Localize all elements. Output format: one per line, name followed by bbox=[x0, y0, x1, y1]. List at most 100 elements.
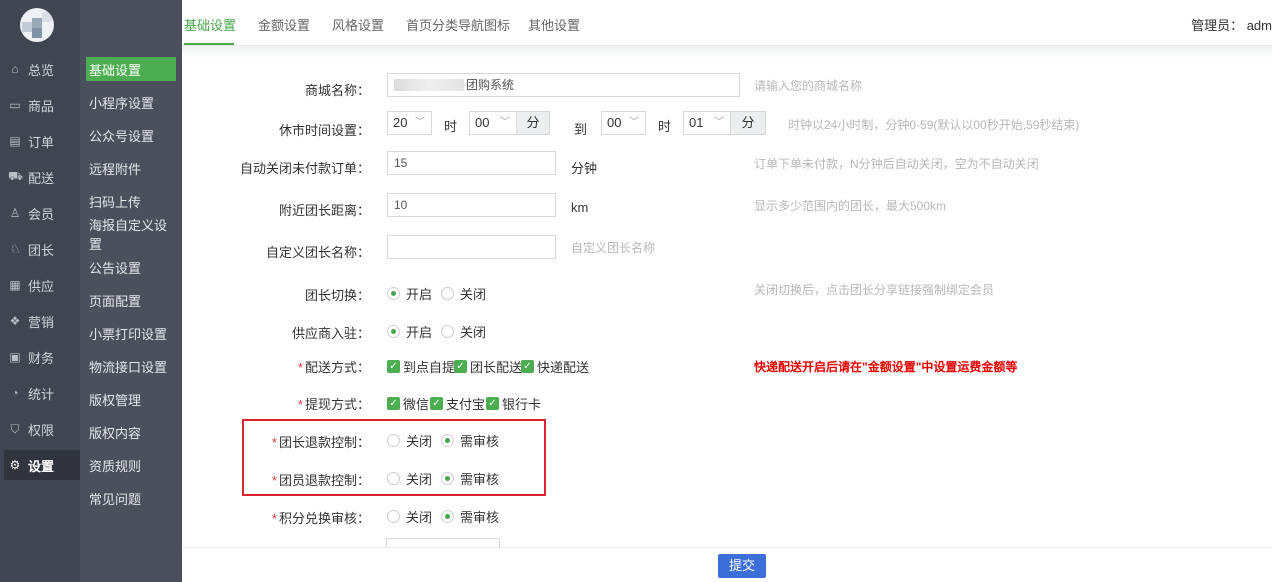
radio-label: 关闭 bbox=[460, 325, 487, 340]
delivery-leader-checkbox[interactable]: ✓ 团长配送 bbox=[454, 357, 522, 376]
secondary-nav-item[interactable]: 远程附件 bbox=[86, 156, 176, 180]
withdraw-alipay-checkbox[interactable]: ✓ 支付宝 bbox=[430, 394, 485, 413]
secondary-nav-item[interactable]: 物流接口设置 bbox=[86, 354, 176, 378]
radio-checked-icon bbox=[441, 434, 454, 447]
primary-nav-item[interactable]: ⛟ 配送 bbox=[4, 162, 80, 192]
radio-label: 开启 bbox=[406, 287, 433, 302]
delivery-pickup-checkbox[interactable]: ✓ 到点自提 bbox=[387, 357, 455, 376]
radio-checked-icon bbox=[387, 325, 400, 338]
auto-close-unit: 分钟 bbox=[571, 161, 598, 176]
primary-nav-item[interactable]: ⚙ 设置 bbox=[4, 450, 80, 480]
radio-label: 关闭 bbox=[406, 510, 433, 525]
leader-name-input[interactable] bbox=[387, 235, 556, 259]
leader-refund-audit-radio[interactable]: 需审核 bbox=[441, 431, 499, 450]
chevron-down-icon: ﹀ bbox=[629, 117, 639, 128]
home-icon: ⌂ bbox=[11, 62, 19, 76]
points-audit-audit-radio[interactable]: 需审核 bbox=[441, 507, 499, 526]
member-refund-label-text: 团员退款控制： bbox=[278, 473, 370, 488]
secondary-nav-item[interactable]: 页面配置 bbox=[86, 288, 176, 312]
secondary-nav-item[interactable]: 公告设置 bbox=[86, 255, 176, 279]
secondary-nav-item[interactable]: 版权内容 bbox=[86, 420, 176, 444]
checkbox-label: 微信 bbox=[403, 397, 430, 412]
secondary-nav-item[interactable]: 小程序设置 bbox=[86, 90, 176, 114]
radio-label: 关闭 bbox=[406, 434, 433, 449]
delivery-warning: 快递配送开启后请在"金额设置"中设置运费金额等 bbox=[754, 360, 1018, 374]
secondary-nav-item[interactable]: 资质规则 bbox=[86, 453, 176, 477]
points-audit-off-radio[interactable]: 关闭 bbox=[387, 507, 432, 526]
secondary-nav-item[interactable]: 海报自定义设置 bbox=[86, 218, 176, 252]
tab-category-nav-icons[interactable]: 首页分类导航图标 bbox=[406, 15, 510, 34]
to-hour-select[interactable]: 00 ﹀ bbox=[601, 111, 646, 135]
primary-nav-item[interactable]: ▤ 订单 bbox=[4, 126, 80, 156]
primary-nav-label: 设置 bbox=[28, 458, 55, 474]
required-mark: * bbox=[271, 435, 277, 450]
primary-nav-item[interactable]: ❖ 营销 bbox=[4, 306, 80, 336]
delivery-express-checkbox[interactable]: ✓ 快递配送 bbox=[521, 357, 589, 376]
primary-nav-item[interactable]: ◔ 统计 bbox=[4, 378, 80, 408]
primary-nav-item[interactable]: ▭ 商品 bbox=[4, 90, 80, 120]
primary-nav-item[interactable]: ♙ 会员 bbox=[4, 198, 80, 228]
topbar-shadow bbox=[182, 46, 1272, 58]
secondary-nav-item[interactable]: 小票打印设置 bbox=[86, 321, 176, 345]
radio-unchecked-icon bbox=[387, 510, 400, 523]
shield-icon: ⛉ bbox=[10, 421, 20, 436]
chevron-down-icon: ﹀ bbox=[714, 117, 724, 128]
primary-nav-item[interactable]: ▣ 财务 bbox=[4, 342, 80, 372]
auto-close-input[interactable]: 15 bbox=[387, 151, 556, 175]
supplier-on-radio[interactable]: 开启 bbox=[387, 322, 432, 341]
member-refund-audit-radio[interactable]: 需审核 bbox=[441, 469, 499, 488]
secondary-nav-item[interactable]: 公众号设置 bbox=[86, 123, 176, 147]
leader-switch-off-radio[interactable]: 关闭 bbox=[441, 284, 486, 303]
user-icon: ♙ bbox=[9, 206, 21, 220]
radio-label: 关闭 bbox=[460, 287, 487, 302]
primary-nav-item[interactable]: ♘ 团长 bbox=[4, 234, 80, 264]
gear-icon: ⚙ bbox=[9, 458, 21, 472]
finance-icon: ▣ bbox=[9, 350, 21, 364]
radio-checked-icon bbox=[441, 472, 454, 485]
to-minute-select[interactable]: 01 ﹀ bbox=[683, 111, 731, 135]
tab-other-settings[interactable]: 其他设置 bbox=[528, 15, 580, 34]
tab-style-settings[interactable]: 风格设置 bbox=[332, 15, 384, 34]
distance-input[interactable]: 10 bbox=[387, 193, 556, 217]
admin-label[interactable]: 管理员： adm bbox=[1191, 15, 1272, 34]
from-minute-select[interactable]: 00 ﹀ bbox=[469, 111, 517, 135]
hour-unit-2: 时 bbox=[658, 119, 672, 134]
leader-switch-on-radio[interactable]: 开启 bbox=[387, 284, 432, 303]
leader-refund-label: * 团长退款控制： bbox=[272, 432, 370, 451]
member-refund-off-radio[interactable]: 关闭 bbox=[387, 469, 432, 488]
submit-button[interactable]: 提交 bbox=[718, 554, 766, 578]
withdraw-bank-checkbox[interactable]: ✓ 银行卡 bbox=[486, 394, 541, 413]
radio-label: 开启 bbox=[406, 325, 433, 340]
secondary-nav-item[interactable]: 版权管理 bbox=[86, 387, 176, 411]
shop-name-hint: 请输入您的商城名称 bbox=[754, 79, 863, 93]
primary-nav-label: 订单 bbox=[28, 134, 55, 150]
leader-icon: ♘ bbox=[9, 242, 21, 256]
shop-name-label: 商城名称： bbox=[304, 83, 370, 98]
primary-nav-item[interactable]: ⛉ 权限 bbox=[4, 414, 80, 444]
primary-nav-label: 总览 bbox=[28, 62, 55, 78]
primary-nav-item[interactable]: ⌂ 总览 bbox=[4, 54, 80, 84]
required-mark: * bbox=[271, 473, 277, 488]
to-hour-value: 00 bbox=[607, 115, 622, 130]
shop-name-input[interactable]: 团购系统 bbox=[387, 73, 740, 97]
top-tab-bar: 基础设置 金额设置 风格设置 首页分类导航图标 其他设置 管理员： adm bbox=[182, 0, 1272, 46]
primary-nav-item[interactable]: ▦ 供应 bbox=[4, 270, 80, 300]
secondary-nav-item[interactable]: 基础设置 bbox=[86, 57, 176, 81]
auto-close-label: 自动关闭未付款订单： bbox=[239, 161, 370, 176]
radio-label: 需审核 bbox=[460, 472, 500, 487]
supplier-off-radio[interactable]: 关闭 bbox=[441, 322, 486, 341]
checkbox-checked-icon: ✓ bbox=[521, 360, 534, 373]
from-hour-value: 20 bbox=[393, 115, 408, 130]
primary-nav-label: 营销 bbox=[28, 314, 55, 330]
withdraw-wechat-checkbox[interactable]: ✓ 微信 bbox=[387, 394, 429, 413]
tab-amount-settings[interactable]: 金额设置 bbox=[258, 15, 310, 34]
secondary-nav-item[interactable]: 常见问题 bbox=[86, 486, 176, 510]
secondary-nav-item[interactable]: 扫码上传 bbox=[86, 189, 176, 213]
from-hour-select[interactable]: 20 ﹀ bbox=[387, 111, 432, 135]
withdraw-label: * 提现方式： bbox=[298, 394, 370, 413]
leader-refund-off-radio[interactable]: 关闭 bbox=[387, 431, 432, 450]
checkbox-checked-icon: ✓ bbox=[454, 360, 467, 373]
leader-name-hint: 自定义团长名称 bbox=[571, 241, 656, 255]
tab-basic-settings[interactable]: 基础设置 bbox=[184, 15, 236, 34]
checkbox-checked-icon: ✓ bbox=[486, 397, 499, 410]
